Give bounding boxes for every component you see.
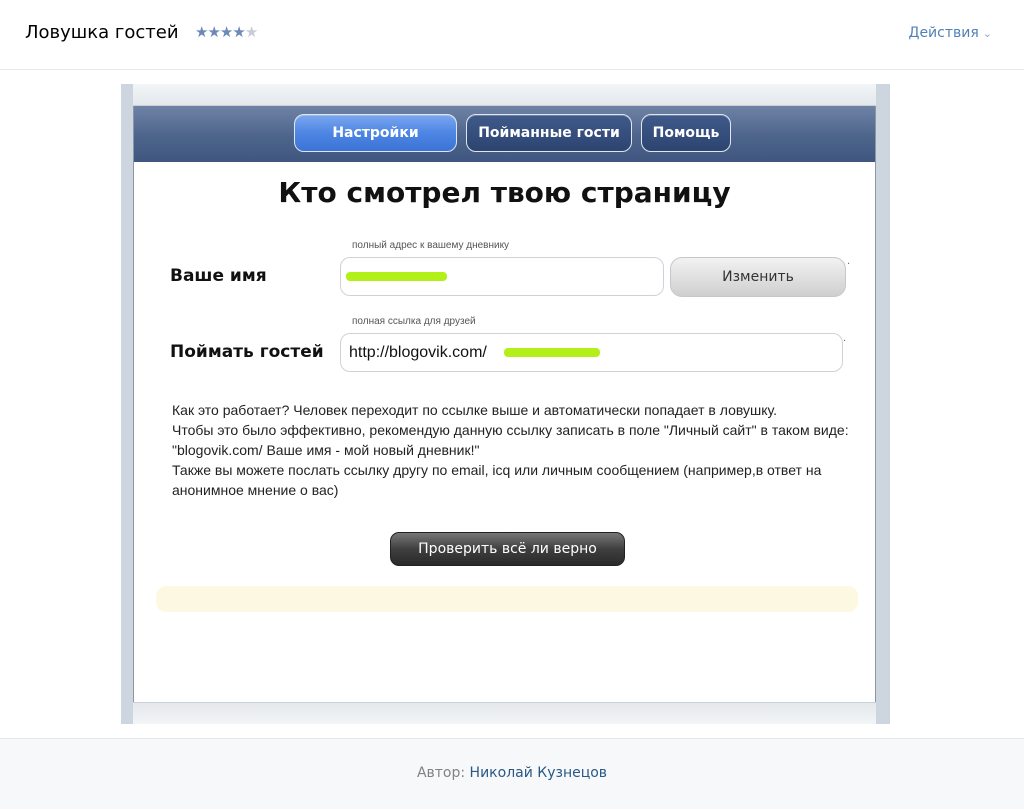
redaction-highlight (346, 272, 447, 281)
star-filled-icon: ★ (207, 23, 220, 41)
catch-label: Поймать гостей (170, 342, 324, 362)
actions-menu[interactable]: Действия ⌄ (909, 25, 993, 41)
rating-stars: ★★★★★ (195, 23, 258, 41)
field-marker: · (843, 336, 847, 347)
app-frame: Настройки Пойманные гости Помощь Кто смо… (121, 84, 890, 724)
tab-help[interactable]: Помощь (641, 114, 731, 152)
footer: Автор: Николай Кузнецов (0, 738, 1024, 809)
star-empty-icon: ★ (244, 23, 258, 41)
author-link[interactable]: Николай Кузнецов (470, 765, 608, 781)
name-hint: полный адрес к вашему дневнику (352, 240, 510, 251)
app-content: Настройки Пойманные гости Помощь Кто смо… (133, 106, 876, 702)
field-marker: · (847, 259, 851, 270)
page-title: Кто смотрел твою страницу (278, 176, 731, 209)
name-label: Ваше имя (170, 266, 267, 286)
catch-hint: полная ссылка для друзей (352, 316, 476, 327)
description-line: Как это работает? Человек переходит по с… (172, 402, 777, 418)
star-filled-icon: ★ (195, 23, 208, 41)
description-line: Также вы можете послать ссылку другу по … (172, 462, 822, 498)
star-filled-icon: ★ (232, 23, 245, 41)
app-header: Ловушка гостей ★★★★★ Действия ⌄ (0, 0, 1024, 70)
tab-caught-guests[interactable]: Пойманные гости (466, 114, 632, 152)
catch-link-value[interactable]: http://blogovik.com/ (349, 344, 487, 362)
redaction-highlight (504, 348, 600, 357)
author-line: Автор: Николай Кузнецов (0, 765, 1024, 781)
star-filled-icon: ★ (219, 23, 233, 41)
description-text: Как это работает? Человек переходит по с… (172, 400, 852, 500)
frame-bottom-bar (133, 702, 876, 724)
description-line: Чтобы это было эффективно, рекомендую да… (172, 422, 849, 458)
app-title: Ловушка гостей (25, 22, 179, 43)
change-button[interactable]: Изменить (670, 257, 846, 297)
actions-label[interactable]: Действия (909, 25, 979, 41)
tab-settings[interactable]: Настройки (294, 114, 457, 152)
author-label: Автор: (416, 765, 470, 781)
chevron-down-icon[interactable]: ⌄ (983, 27, 992, 40)
frame-top-bar (133, 84, 876, 106)
result-message-box (156, 586, 858, 612)
check-button[interactable]: Проверить всё ли верно (390, 532, 625, 566)
nav-bar: Настройки Пойманные гости Помощь (134, 106, 875, 162)
